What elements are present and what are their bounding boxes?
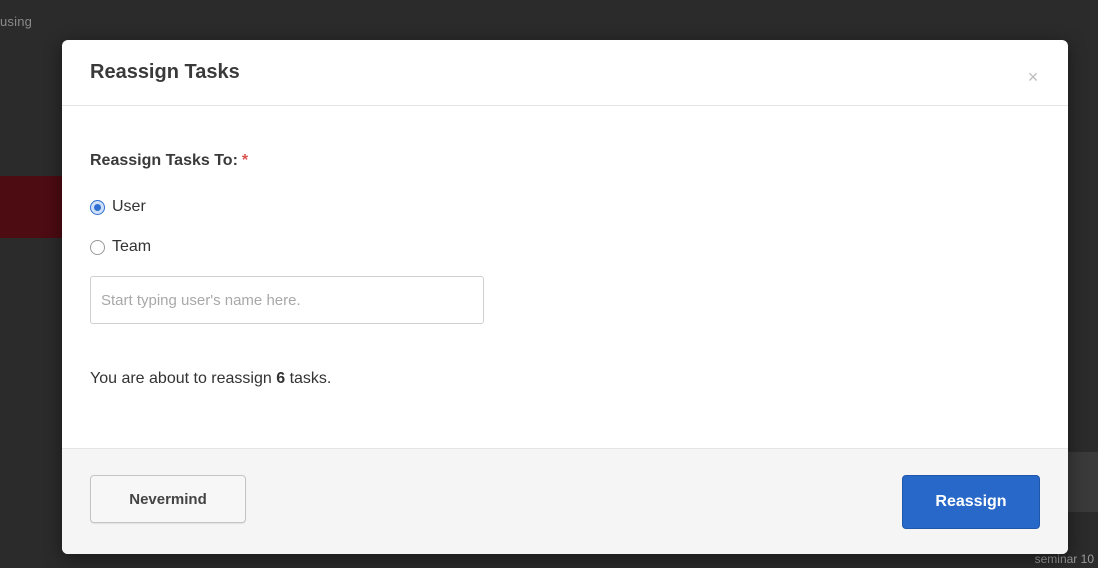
reassign-button[interactable]: Reassign xyxy=(902,475,1040,529)
modal-header: Reassign Tasks × xyxy=(62,40,1068,106)
nevermind-button[interactable]: Nevermind xyxy=(90,475,246,523)
radio-user-selected-icon[interactable] xyxy=(90,199,105,215)
close-icon[interactable]: × xyxy=(1024,68,1042,86)
modal-footer: Nevermind Reassign xyxy=(62,448,1068,554)
reassign-to-label: Reassign Tasks To: * xyxy=(90,152,248,170)
background-page-text: using xyxy=(0,14,33,29)
summary-prefix: You are about to reassign xyxy=(90,370,277,387)
task-count: 6 xyxy=(276,370,286,387)
reassign-to-label-text: Reassign Tasks To: xyxy=(90,152,238,169)
radio-option-user[interactable]: User xyxy=(90,198,146,216)
reassign-summary: You are about to reassign 6 tasks. xyxy=(90,370,331,388)
radio-option-team[interactable]: Team xyxy=(90,238,151,256)
background-accent-strip xyxy=(0,176,70,238)
required-marker: * xyxy=(241,152,249,169)
reassign-tasks-modal: Reassign Tasks × Reassign Tasks To: * Use… xyxy=(62,40,1068,554)
user-search-input[interactable] xyxy=(90,276,484,324)
radio-team-label: Team xyxy=(112,238,152,255)
background-footer-text: seminar 10 xyxy=(1034,552,1094,566)
radio-user-label: User xyxy=(112,198,146,215)
modal-title: Reassign Tasks xyxy=(90,61,240,83)
modal-body: Reassign Tasks To:* User Team You are ab… xyxy=(62,106,1068,448)
summary-suffix: tasks. xyxy=(285,370,332,387)
radio-team-unselected-icon[interactable] xyxy=(90,239,105,255)
